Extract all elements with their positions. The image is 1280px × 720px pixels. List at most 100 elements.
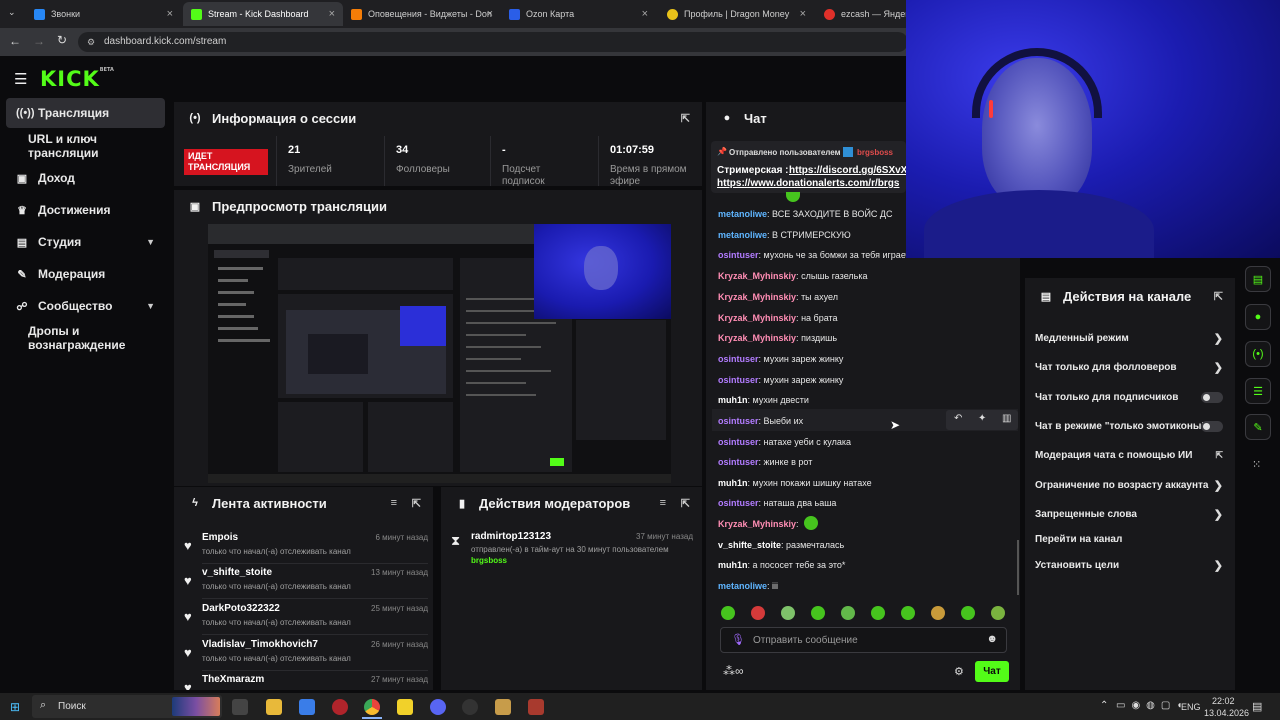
emoji-icon[interactable]: ☻	[986, 633, 998, 645]
app-red-icon[interactable]	[332, 699, 348, 715]
action-emotes-only[interactable]: Чат в режиме "только эмотиконы"	[1035, 414, 1225, 438]
microphone-icon[interactable]: 🎙	[731, 633, 745, 646]
chat-username[interactable]: Kryzak_Myhinskiy	[718, 292, 796, 302]
popout-icon[interactable]: ⇱	[1214, 290, 1223, 303]
close-icon[interactable]: ×	[329, 8, 335, 20]
kick-logo[interactable]: KICKBETA	[40, 67, 114, 91]
chat-username[interactable]: osintuser	[718, 250, 759, 260]
close-icon[interactable]: ×	[800, 8, 806, 20]
tray-date[interactable]: 13.04.2026	[1204, 708, 1249, 718]
emote-icon[interactable]	[901, 606, 915, 620]
popout-icon[interactable]: ⇱	[412, 497, 421, 510]
chat-username[interactable]: Kryzak_Myhinskiy	[718, 313, 796, 323]
settings-gear-icon[interactable]: ⚙	[954, 665, 964, 678]
infinity-icon[interactable]: ⁂∞	[723, 664, 744, 678]
sidebar-item-income[interactable]: ▣ Доход	[6, 163, 165, 193]
tab-zvonki[interactable]: Звонки ×	[26, 2, 181, 26]
chat-username[interactable]: v_shifte_stoite	[718, 540, 781, 550]
emote-icon[interactable]	[841, 606, 855, 620]
chat-username[interactable]: metanoliwe	[718, 209, 767, 219]
pinned-link-donationalerts[interactable]: https://www.donationalerts.com/r/brgs	[717, 178, 899, 189]
rail-broadcast-icon[interactable]: (•)	[1245, 341, 1271, 367]
sidebar-item-achievements[interactable]: ♛ Достижения	[6, 195, 165, 225]
activity-username[interactable]: TheXmarazm	[202, 674, 264, 685]
action-followers-only[interactable]: Чат только для фолловеров ❯	[1035, 355, 1225, 379]
discord-icon[interactable]	[430, 699, 446, 715]
emote-icon[interactable]	[991, 606, 1005, 620]
trash-icon[interactable]: ▥	[1002, 413, 1011, 424]
tray-time[interactable]: 22:02	[1212, 696, 1235, 706]
close-icon[interactable]: ×	[487, 8, 493, 20]
store-icon[interactable]	[299, 699, 315, 715]
rail-session-icon[interactable]: ☰	[1245, 378, 1271, 404]
windows-start-icon[interactable]: ⊞	[10, 700, 20, 714]
task-view-icon[interactable]	[232, 699, 248, 715]
app-yellow-icon[interactable]	[397, 699, 413, 715]
rail-wrench-icon[interactable]: ✎	[1245, 414, 1271, 440]
rail-grid-icon[interactable]: ⁙	[1252, 458, 1261, 471]
emote-icon[interactable]	[961, 606, 975, 620]
sidebar-item-url-key[interactable]: URL и ключ трансляции	[18, 131, 168, 161]
chat-username[interactable]: metanoliwe	[718, 581, 767, 591]
notifications-icon[interactable]: ▤	[1252, 700, 1262, 713]
tray-icons[interactable]: ▭◉◍▢◖	[1116, 700, 1188, 711]
filter-icon[interactable]: ≡	[660, 497, 666, 509]
activity-username[interactable]: v_shifte_stoite	[202, 567, 272, 578]
sidebar-item-community[interactable]: ☍ Сообщество ▼	[6, 291, 165, 321]
chat-username[interactable]: osintuser	[718, 354, 759, 364]
rail-clipboard-icon[interactable]: ▤	[1245, 266, 1271, 292]
tab-ezcash[interactable]: ezcash — Яндекс:	[816, 2, 906, 26]
sidebar-item-drops[interactable]: Дропы и вознаграждение	[18, 323, 178, 353]
chat-username[interactable]: osintuser	[718, 498, 759, 508]
tab-kick-dashboard[interactable]: Stream - Kick Dashboard ×	[183, 2, 343, 26]
tab-dragon-money[interactable]: Профиль | Dragon Money ×	[659, 2, 814, 26]
back-icon[interactable]: ←	[9, 34, 21, 48]
chat-username[interactable]: Kryzak_Myhinskiy	[718, 333, 796, 343]
pin-icon[interactable]: ✦	[978, 413, 986, 424]
chat-scrollbar[interactable]	[1017, 540, 1019, 595]
reply-icon[interactable]: ↶	[954, 413, 962, 424]
file-explorer-icon[interactable]	[266, 699, 282, 715]
emote-icon[interactable]	[811, 606, 825, 620]
chat-username[interactable]: muh1n	[718, 560, 748, 570]
tab-list-chevron-icon[interactable]: ⌄	[8, 7, 16, 18]
app-game2-icon[interactable]	[528, 699, 544, 715]
mod-action-username[interactable]: radmirtop123123	[471, 531, 551, 542]
popout-icon[interactable]: ⇱	[681, 497, 690, 510]
tray-chevron-up-icon[interactable]: ⌃	[1100, 700, 1108, 711]
pinned-message[interactable]: 📌 Отправлено пользователем brgsboss Стри…	[711, 141, 906, 193]
close-icon[interactable]: ×	[642, 8, 648, 20]
tray-language[interactable]: ENG	[1181, 702, 1201, 712]
chat-username[interactable]: osintuser	[718, 437, 759, 447]
emote-icon[interactable]	[751, 606, 765, 620]
sidebar-item-studio[interactable]: ▤ Студия ▼	[6, 227, 165, 257]
chat-username[interactable]: osintuser	[718, 375, 759, 385]
action-set-goals[interactable]: Установить цели ❯	[1035, 553, 1225, 577]
chat-username[interactable]: Kryzak_Myhinskiy	[718, 519, 796, 529]
toggle-switch[interactable]	[1201, 391, 1223, 403]
chat-input-box[interactable]: 🎙 Отправить сообщение ☻	[720, 627, 1007, 653]
chat-username[interactable]: metanoliwe	[718, 230, 767, 240]
action-banned-words[interactable]: Запрещенные слова ❯	[1035, 502, 1225, 526]
chat-username[interactable]: muh1n	[718, 478, 748, 488]
pinned-link-discord[interactable]: https://discord.gg/6SXvXc	[789, 165, 906, 176]
tab-donationalerts[interactable]: Оповещения - Виджеты - Don ×	[343, 2, 501, 26]
action-subscribers-only[interactable]: Чат только для подписчиков	[1035, 385, 1225, 409]
activity-username[interactable]: DarkPoto322322	[202, 603, 280, 614]
reload-icon[interactable]: ↻	[57, 33, 67, 47]
emote-icon[interactable]	[931, 606, 945, 620]
action-ai-moderation[interactable]: Модерация чата с помощью ИИ ⇱	[1035, 443, 1225, 467]
chat-username[interactable]: osintuser	[718, 457, 759, 467]
filter-icon[interactable]: ≡	[391, 497, 397, 509]
emote-icon[interactable]	[721, 606, 735, 620]
chat-username[interactable]: osintuser	[718, 416, 759, 426]
emote-icon[interactable]	[781, 606, 795, 620]
rail-chat-icon[interactable]: ●	[1245, 304, 1271, 330]
action-account-age[interactable]: Ограничение по возрасту аккаунта ❯	[1035, 473, 1225, 497]
pinned-user[interactable]: brgsboss	[857, 148, 893, 157]
close-icon[interactable]: ×	[167, 8, 173, 20]
stream-preview-video[interactable]	[208, 224, 671, 483]
chrome-icon[interactable]	[364, 699, 380, 715]
emote-icon[interactable]	[871, 606, 885, 620]
chat-send-button[interactable]: Чат	[975, 661, 1009, 682]
